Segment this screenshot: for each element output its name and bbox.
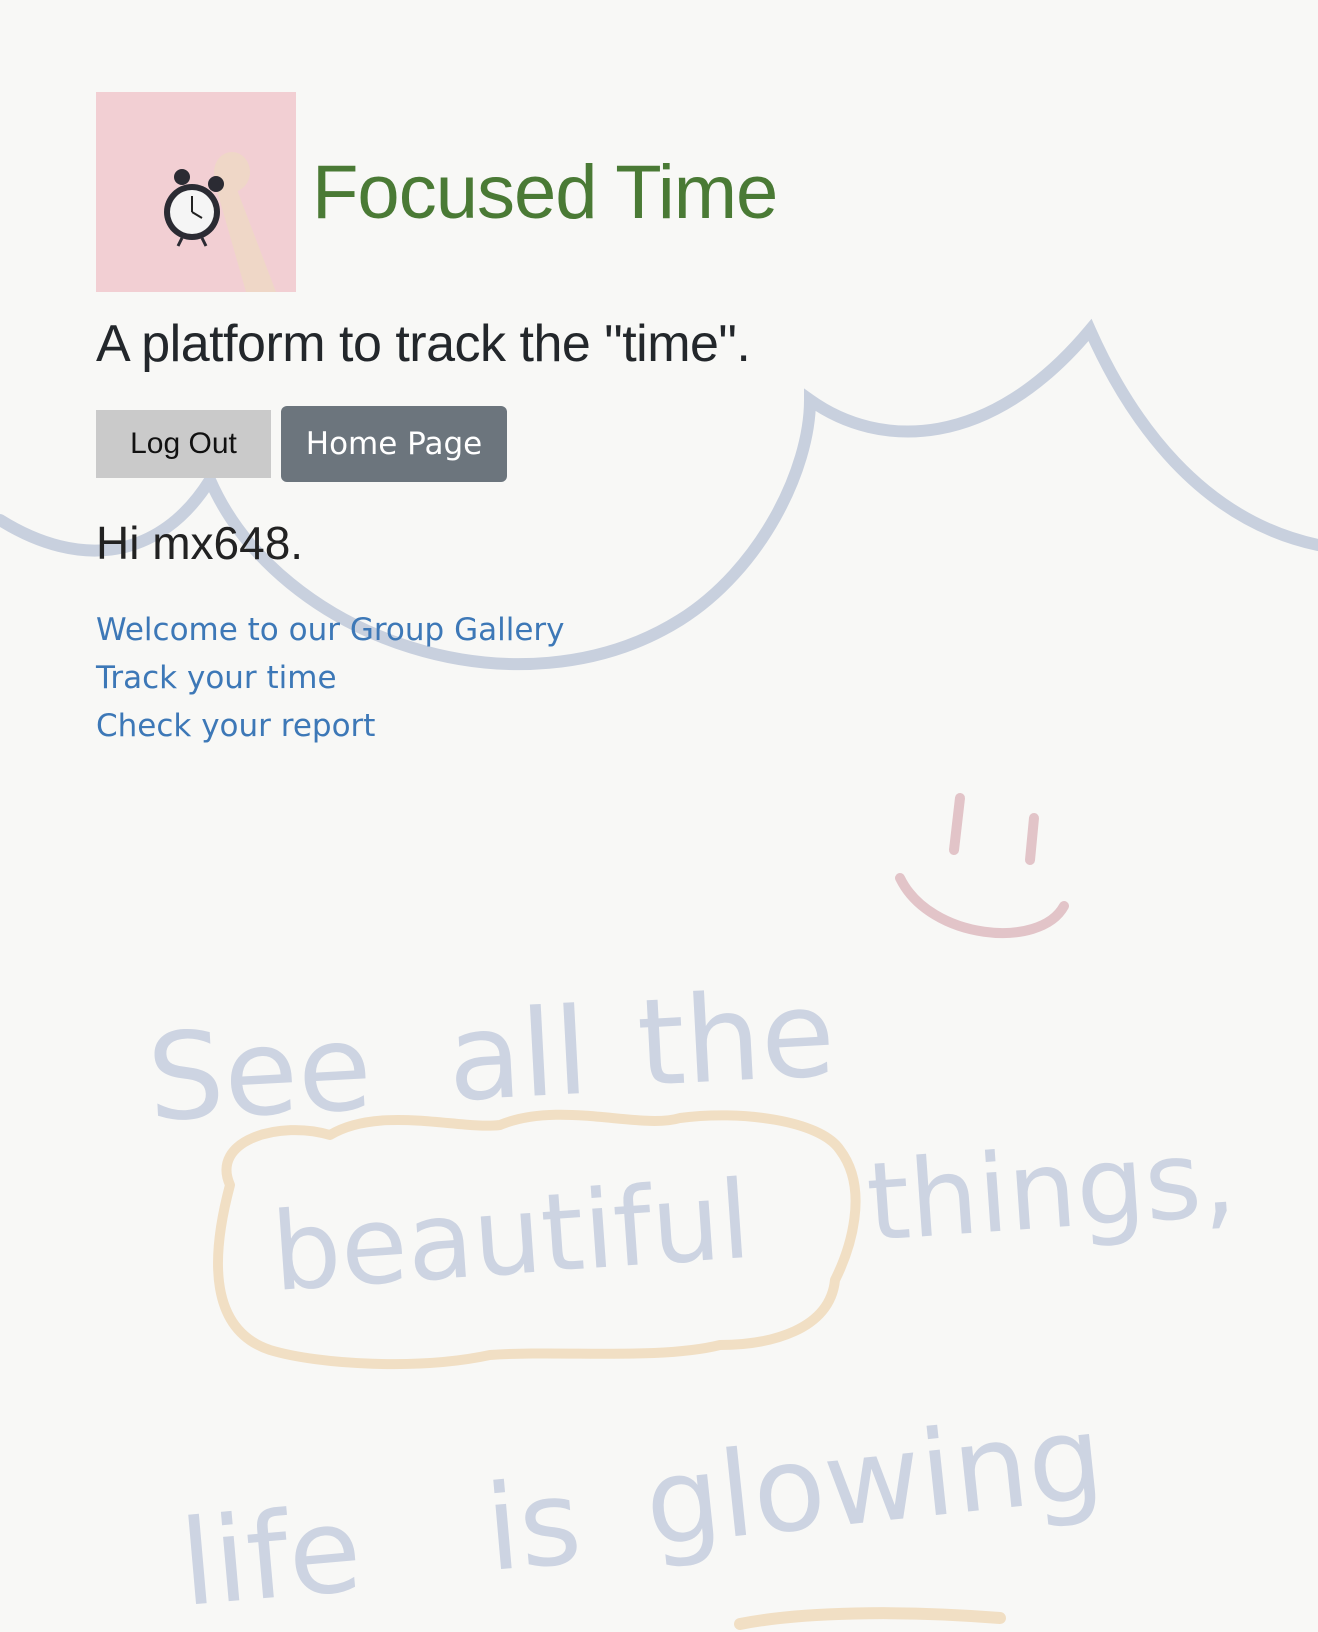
underline-scribble: [734, 1607, 1006, 1630]
home-page-button[interactable]: Home Page: [281, 406, 507, 482]
alarm-clock-icon: [96, 92, 296, 292]
handwriting-beautiful: beautiful: [268, 1158, 754, 1316]
nav-links: Welcome to our Group Gallery Track your …: [96, 606, 777, 750]
smiley-face: [895, 793, 1069, 938]
app-title: Focused Time: [312, 149, 778, 235]
handwriting-all: all: [444, 983, 591, 1129]
main-content: Focused Time A platform to track the "ti…: [96, 92, 778, 750]
alarm-clock-logo: [96, 92, 296, 292]
handwriting-is: is: [480, 1452, 586, 1598]
handwriting-the: the: [634, 965, 838, 1114]
link-group-gallery[interactable]: Welcome to our Group Gallery: [96, 606, 777, 654]
page-subtitle: A platform to track the "time".: [96, 315, 751, 373]
header: Focused Time: [96, 92, 778, 292]
action-buttons: Log Out Home Page: [96, 406, 777, 482]
link-track-time[interactable]: Track your time: [96, 654, 777, 702]
logout-button[interactable]: Log Out: [96, 410, 271, 478]
handwriting-life: life: [175, 1480, 366, 1632]
link-check-report[interactable]: Check your report: [96, 702, 777, 750]
user-greeting: Hi mx648.: [96, 517, 304, 569]
handwriting-see: See: [144, 998, 375, 1149]
handwriting-glowing: glowing: [639, 1388, 1110, 1573]
handwriting-things: things,: [863, 1116, 1239, 1266]
